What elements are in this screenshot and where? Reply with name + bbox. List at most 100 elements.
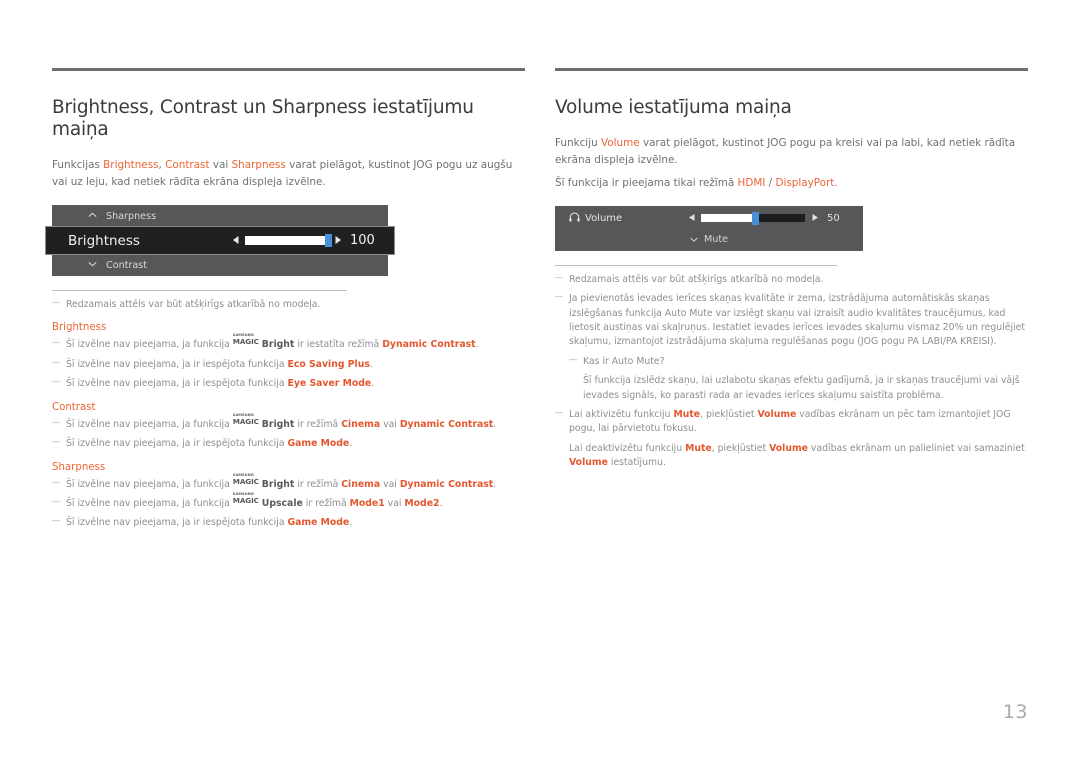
note-what-is-auto-mute: Kas ir Auto Mute? (569, 354, 1028, 369)
right-separator-line (555, 264, 837, 266)
note-text-mid-2: vai (384, 497, 405, 509)
intro-term-sharpness: Sharpness (231, 159, 286, 172)
note-text-mid: ir iestatīta režīmā (294, 339, 383, 351)
note-text-pre: Šī izvēlne nav pieejama, ja ir iespējota… (66, 378, 288, 390)
magic-wordmark: MAGIC (232, 416, 259, 426)
intro-text-pre: Funkcijas (52, 159, 104, 172)
note-activate-mute: Lai aktivizētu funkciju Mute, piekļūstie… (555, 407, 1028, 437)
chevron-down-icon (690, 234, 698, 245)
headphone-icon (569, 212, 580, 225)
osd-volume-row[interactable]: Volume 50 (555, 206, 863, 231)
right-section-rule (555, 68, 1028, 71)
note-text-post: . (371, 378, 375, 390)
note-group-heading: Contrast (52, 401, 96, 413)
volume-osd-widget: Volume 50 Mute (555, 205, 863, 251)
brightness-slider-knob[interactable] (325, 234, 332, 248)
left-intro-paragraph: Funkcijas Brightness, Contrast vai Sharp… (52, 157, 525, 191)
chevron-down-icon (88, 261, 100, 270)
note-item: Šī izvēlne nav pieejama, ja ir iespējota… (52, 376, 525, 391)
note-text-pre: Šī izvēlne nav pieejama, ja funkcija (66, 339, 233, 351)
chevron-up-icon (88, 212, 100, 221)
activate-term-volume: Volume (757, 408, 797, 420)
osd-row-contrast[interactable]: Contrast (52, 254, 388, 276)
note-text-pre: Šī izvēlne nav pieejama, ja ir iespējota… (66, 358, 288, 370)
note-text-pre: Šī izvēlne nav pieejama, ja ir iespējota… (66, 517, 288, 529)
note-term-highlight-1: Mode1 (349, 497, 385, 509)
brightness-slider-track[interactable] (245, 234, 332, 248)
left-separator-line (52, 290, 347, 292)
note-term-feature: Upscale (261, 497, 303, 509)
note-item: Šī izvēlne nav pieejama, ja funkcija SAM… (52, 473, 525, 492)
note-text-mid: ir režīmā (302, 497, 350, 509)
volume-arrow-left-icon[interactable] (689, 213, 695, 223)
deactivate-mid: , piekļūstiet (711, 442, 770, 454)
osd-mute-label: Mute (703, 234, 729, 246)
note-item: Šī izvēlne nav pieejama, ja ir iespējota… (52, 357, 525, 372)
osd-row-sharpness[interactable]: Sharpness (52, 205, 388, 227)
note-term-highlight-2: Dynamic Contrast (399, 478, 494, 490)
deactivate-term-volume-1: Volume (769, 442, 808, 454)
magic-wordmark: MAGIC (232, 495, 259, 505)
note-item: Šī izvēlne nav pieejama, ja funkcija SAM… (52, 334, 525, 352)
left-image-note: Redzamais attēls var būt atšķirīgs atkar… (52, 297, 525, 312)
volume-slider-track[interactable] (701, 212, 805, 226)
volume-slider-knob[interactable] (752, 212, 760, 226)
arrow-right-icon[interactable] (335, 235, 341, 246)
osd-row-brightness-active[interactable]: Brightness 100 (46, 227, 394, 255)
deactivate-mid-2: vadības ekrānam un palieliniet vai samaz… (807, 442, 1025, 454)
volume-value: 50 (827, 212, 840, 224)
activate-mid: , piekļūstiet (700, 408, 758, 420)
note-term-highlight-1: Game Mode (287, 438, 350, 450)
note-item: Šī izvēlne nav pieejama, ja funkcija SAM… (52, 492, 525, 511)
brightness-slider-fill (245, 236, 328, 246)
note-text-post: . (439, 497, 443, 509)
intro-term-contrast: Contrast (165, 159, 210, 172)
deactivate-term-volume-2: Volume (569, 457, 608, 469)
brightness-value: 100 (350, 233, 375, 249)
note-text-post: . (349, 438, 353, 450)
note-term-highlight-1: Eco Saving Plus (287, 358, 370, 370)
right-intro-pre: Funkciju (555, 137, 601, 150)
manual-page: Brightness, Contrast un Sharpness iestat… (0, 0, 1080, 763)
note-text-mid-2: vai (380, 478, 400, 490)
note-text-mid: ir režīmā (294, 478, 342, 490)
availability-post: . (834, 176, 838, 189)
two-column-layout: Brightness, Contrast un Sharpness iestat… (46, 68, 1028, 536)
note-what-is-auto-mute-body: Šī funkcija izslēdz skaņu, lai uzlabotu … (583, 375, 1020, 401)
note-item: Šī izvēlne nav pieejama, ja funkcija SAM… (52, 413, 525, 432)
volume-slider-fill (701, 214, 756, 223)
deactivate-term-mute: Mute (685, 442, 712, 454)
magic-wordmark: MAGIC (232, 476, 259, 486)
deactivate-pre: Lai deaktivizētu funkciju (569, 442, 686, 454)
note-term-highlight-2: Dynamic Contrast (399, 418, 494, 430)
left-note-groups: BrightnessŠī izvēlne nav pieejama, ja fu… (52, 322, 525, 530)
volume-arrow-right-icon[interactable] (812, 213, 818, 223)
note-term-highlight-1: Cinema (341, 418, 381, 430)
note-term-highlight-1: Eye Saver Mode (287, 378, 372, 390)
note-group-heading: Sharpness (52, 461, 106, 473)
note-text-pre: Šī izvēlne nav pieejama, ja funkcija (66, 418, 233, 430)
samsung-magic-logo: SAMSUNG MAGIC (232, 492, 262, 507)
osd-mute-row[interactable]: Mute (555, 231, 863, 251)
arrow-left-icon[interactable] (233, 235, 239, 246)
note-text-post: . (349, 517, 353, 529)
right-section-title: Volume iestatījuma maiņa (555, 97, 792, 118)
note-text-pre: Šī izvēlne nav pieejama, ja ir iespējota… (66, 438, 288, 450)
right-image-note: Redzamais attēls var būt atšķirīgs atkar… (555, 272, 1028, 287)
availability-term-displayport: DisplayPort (775, 176, 835, 189)
left-section-title: Brightness, Contrast un Sharpness iestat… (52, 97, 474, 141)
samsung-magic-logo: SAMSUNG MAGIC (232, 413, 262, 428)
samsung-magic-logo: SAMSUNG MAGIC (232, 473, 262, 488)
osd-volume-label: Volume (585, 212, 623, 224)
note-deactivate-mute: Lai deaktivizētu funkciju Mute, piekļūst… (569, 442, 1028, 471)
intro-term-brightness: Brightness (103, 159, 159, 172)
availability-term-hdmi: HDMI (737, 176, 766, 189)
note-item: Šī izvēlne nav pieejama, ja ir iespējota… (52, 436, 525, 451)
availability-sep: / (765, 176, 776, 189)
note-text-pre: Šī izvēlne nav pieejama, ja funkcija (66, 497, 233, 509)
note-text-mid-2: vai (380, 418, 400, 430)
note-text-post: . (493, 478, 497, 490)
note-term-highlight-1: Cinema (341, 478, 381, 490)
availability-pre: Šī funkcija ir pieejama tikai režīmā (555, 176, 738, 189)
right-column: Volume iestatījuma maiņa Funkciju Volume… (555, 68, 1028, 536)
